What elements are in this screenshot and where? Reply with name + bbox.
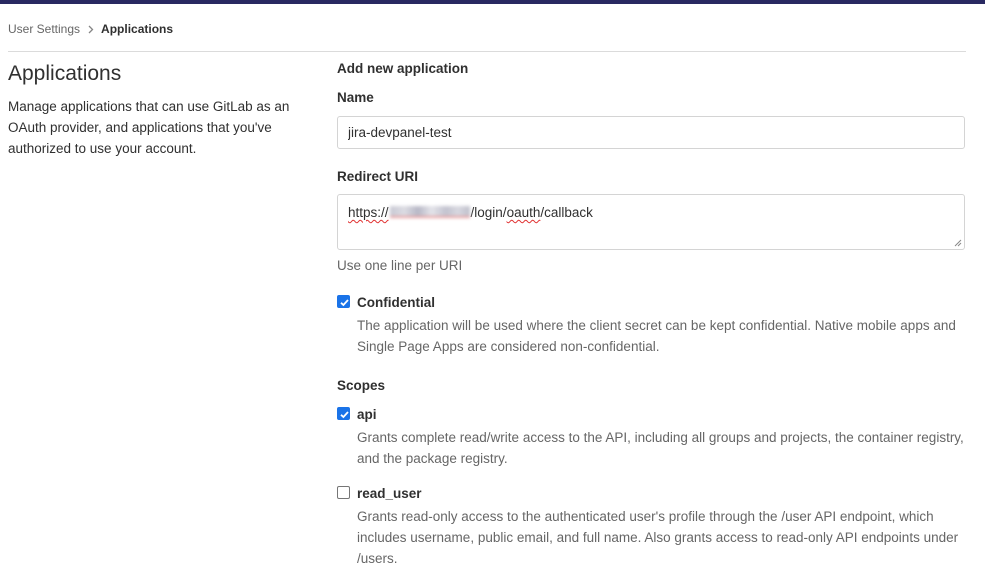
scopes-label: Scopes [337, 378, 386, 393]
scope-read-user-label[interactable]: read_user [357, 485, 422, 502]
scope-read-user-checkbox[interactable] [337, 486, 350, 499]
redirect-uri-textarea[interactable]: https:///login/oauth/callback [337, 194, 965, 250]
breadcrumb: User Settings Applications [8, 21, 173, 37]
redirect-uri-help: Use one line per URI [337, 258, 463, 273]
chevron-right-icon [88, 25, 94, 34]
breadcrumb-user-settings-link[interactable]: User Settings [8, 22, 80, 36]
confidential-option: Confidential The application will be use… [337, 294, 965, 358]
redacted-host [389, 206, 470, 218]
scope-api-checkbox[interactable] [337, 407, 350, 420]
breadcrumb-current[interactable]: Applications [101, 22, 173, 36]
page-description: Manage applications that can use GitLab … [8, 99, 290, 156]
redirect-uri-value: https:///login/oauth/callback [348, 205, 593, 220]
settings-sidebar-info: Applications Manage applications that ca… [8, 60, 308, 159]
form-section-title: Add new application [337, 61, 469, 76]
name-label: Name [337, 90, 374, 105]
redirect-uri-label: Redirect URI [337, 169, 419, 184]
scope-api-label[interactable]: api [357, 406, 377, 423]
name-input[interactable] [337, 116, 965, 149]
scope-read-user-option: read_user Grants read-only access to the… [337, 485, 965, 569]
scope-read-user-description: Grants read-only access to the authentic… [357, 509, 959, 566]
confidential-description: The application will be used where the c… [357, 318, 956, 354]
confidential-checkbox[interactable] [337, 295, 350, 308]
top-navbar [0, 0, 985, 4]
resize-handle-icon[interactable] [954, 239, 962, 247]
header-divider [8, 51, 966, 52]
scope-api-description: Grants complete read/write access to the… [357, 430, 964, 466]
scope-api-option: api Grants complete read/write access to… [337, 406, 965, 470]
confidential-label[interactable]: Confidential [357, 294, 435, 311]
page-title: Applications [8, 62, 122, 85]
